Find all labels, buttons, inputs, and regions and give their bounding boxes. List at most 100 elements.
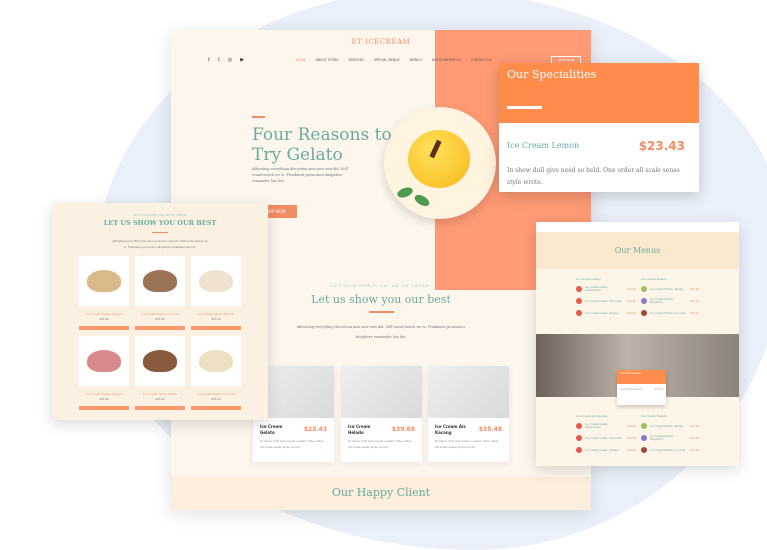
menu-item[interactable]: Ice Cream Gelato Watermelon $20.00 [576, 420, 636, 432]
add-to-cart-button[interactable] [79, 326, 129, 330]
item-name: Ice Cream Gelato Chocolate [585, 436, 623, 440]
product-name: Ice Cream Helado [348, 424, 371, 435]
item-icon [641, 298, 647, 304]
hero-title: Four Reasons to Try Gelato [252, 125, 392, 165]
item-price: $30.00 [689, 436, 699, 440]
nav-special-menus[interactable]: SPECIAL MENUS [374, 58, 400, 62]
item-name: Ice Cream Helado Mango [650, 424, 684, 428]
product-image [191, 256, 241, 306]
item-name: Ice Cream Gelato Watermelon [584, 423, 608, 429]
grid-text: Affronting everything discretion men now… [112, 240, 208, 243]
grid-title: LET US SHOW YOU OUR BEST [103, 219, 217, 227]
product-image [135, 336, 185, 386]
product-name: Ice Cream Gelato [260, 424, 283, 435]
add-to-cart-button[interactable] [79, 406, 129, 410]
item-price: $23.43 [638, 139, 685, 153]
nav-contact[interactable]: CONTACT US [471, 58, 491, 62]
item-icon [576, 435, 582, 441]
grid-product[interactable]: Ice Cream Gelato Coconut $25.00 [191, 336, 241, 410]
product-card[interactable]: Ice Cream Helado $39.68 In show dull giv… [341, 366, 422, 462]
menus-title: Our Menus [614, 246, 661, 255]
ice-cream-scoop-image [408, 130, 470, 188]
divider [507, 106, 542, 109]
mini-spec-item: Ice Cream Lemon [620, 388, 642, 391]
add-to-cart-button[interactable] [191, 406, 241, 410]
products-grid-mockup: LIFT YOUR SPIRIT, EAT AN ICE CREAM! LET … [52, 203, 268, 420]
item-icon [576, 286, 582, 292]
nav-about[interactable]: ABOUT STORE [316, 58, 339, 62]
mini-spec-price: $23.43 [654, 388, 663, 391]
product-name: Ice Cream Gelato Mango [86, 392, 122, 396]
mini-nav [536, 222, 739, 232]
instagram-icon[interactable]: ◎ [228, 57, 232, 63]
menu-item[interactable]: Ice Cream Helado Raspberry $30.00 [641, 295, 699, 307]
add-to-cart-button[interactable] [135, 326, 185, 330]
item-name: Ice Cream Helado Coconut [650, 448, 686, 452]
menu-item[interactable]: Ice Cream Helado Coconut $25.00 [641, 307, 699, 319]
nav-woocommerce[interactable]: WOOCOMMERCE ▾ [432, 58, 461, 62]
item-icon [576, 298, 582, 304]
section-divider [369, 311, 394, 313]
product-name: Ice Cream Gelato Matcha [197, 312, 235, 316]
grid-text: to. Frankness pronounce daughters remain… [123, 246, 197, 249]
product-desc: In show dull give need so held. One orde… [260, 439, 324, 449]
nav-news[interactable]: NEWS ▾ [410, 58, 422, 62]
product-desc: In show dull give need so held. One orde… [435, 439, 499, 449]
item-price: $25.00 [689, 448, 699, 452]
product-price: $25.00 [99, 318, 109, 321]
specialities-title: Our Specialities [507, 68, 597, 81]
main-nav: HOME ABOUT STORE SERVICES SPECIAL MENUS … [296, 58, 492, 62]
menu-item[interactable]: Ice Cream Helado Mango $45.00 [641, 283, 699, 295]
grid-product[interactable]: Ice Cream Gelato Pecan $25.00 [135, 336, 185, 410]
section-text: Affronting everything discretion men now… [296, 325, 466, 339]
nav-services[interactable]: SERVICES [349, 58, 364, 62]
item-name: Ice Cream Lemon [507, 141, 580, 150]
item-name: Ice Cream Helado Raspberry [649, 435, 674, 441]
item-name: Ice Cream Gelato Orange [585, 311, 619, 315]
accent-bar [252, 116, 265, 118]
menu-category: Ice Cream Gelato [576, 277, 601, 281]
item-name: Ice Cream Gelato Chocolate [585, 299, 623, 303]
facebook-icon[interactable]: f [208, 57, 210, 63]
logo: ET ICECREAM [351, 38, 411, 46]
grid-product[interactable]: Ice Cream Gelato Matcha $25.00 [191, 256, 241, 330]
menu-item[interactable]: Ice Cream Helado Mango $45.00 [641, 420, 699, 432]
mini-specialities-card: Our Specialities Ice Cream Lemon $23.43 [617, 370, 666, 405]
youtube-icon[interactable]: ▶ [240, 57, 244, 63]
menu-list: Ice Cream Gelato Watermelon $20.00 Ice Cr… [576, 283, 636, 319]
product-image [79, 336, 129, 386]
menu-item[interactable]: Ice Cream Gelato Orange $20.00 [576, 444, 636, 456]
menu-item[interactable]: Ice Cream Gelato Chocolate $25.00 [576, 295, 636, 307]
nav-home[interactable]: HOME [296, 58, 306, 62]
item-name: Ice Cream Helado Raspberry [649, 298, 674, 304]
tagline: LIFT YOUR SPIRIT, EAT AN ICE CREAM! [132, 214, 188, 217]
grid-product[interactable]: Ice Cream Gelato Mango $25.00 [79, 256, 129, 330]
grid-product[interactable]: Ice Cream Gelato Mango $25.00 [79, 336, 129, 410]
twitter-icon[interactable]: t [218, 57, 220, 63]
menu-item[interactable]: Ice Cream Gelato Orange $20.00 [576, 307, 636, 319]
menu-item[interactable]: Ice Cream Helado Coconut $25.00 [641, 444, 699, 456]
product-image [79, 256, 129, 306]
item-icon [641, 447, 647, 453]
product-desc: In show dull give need so held. One orde… [348, 439, 412, 449]
product-image [428, 366, 509, 418]
mini-spec-title: Our Specialities [617, 370, 666, 384]
product-image [191, 336, 241, 386]
product-price: $25.00 [211, 398, 221, 401]
menu-item[interactable]: Ice Cream Helado Raspberry $30.00 [641, 432, 699, 444]
add-to-cart-button[interactable] [191, 326, 241, 330]
item-price: $25.00 [626, 299, 636, 303]
product-card[interactable]: Ice Cream Ais Kacang $35.48 In show dull… [428, 366, 509, 462]
menu-item[interactable]: Ice Cream Gelato Chocolate $25.00 [576, 432, 636, 444]
happy-client-section: Our Happy Client [171, 477, 591, 510]
menu-item[interactable]: Ice Cream Gelato Watermelon $20.00 [576, 283, 636, 295]
item-price: $20.00 [626, 448, 636, 452]
menus-page-mockup: Our Menus Ice Cream Gelato Ice Cream Hel… [536, 222, 739, 466]
item-price: $20.00 [626, 287, 636, 291]
add-to-cart-button[interactable] [135, 406, 185, 410]
item-name: Ice Cream Gelato Orange [585, 448, 619, 452]
grid-product[interactable]: Ice Cream Gelato Coconut $25.00 [135, 256, 185, 330]
menu-category: Ice Cream Helado [641, 277, 667, 281]
menu-list: Ice Cream Gelato Watermelon $20.00 Ice Cr… [576, 420, 636, 456]
item-price: $45.00 [689, 424, 699, 428]
